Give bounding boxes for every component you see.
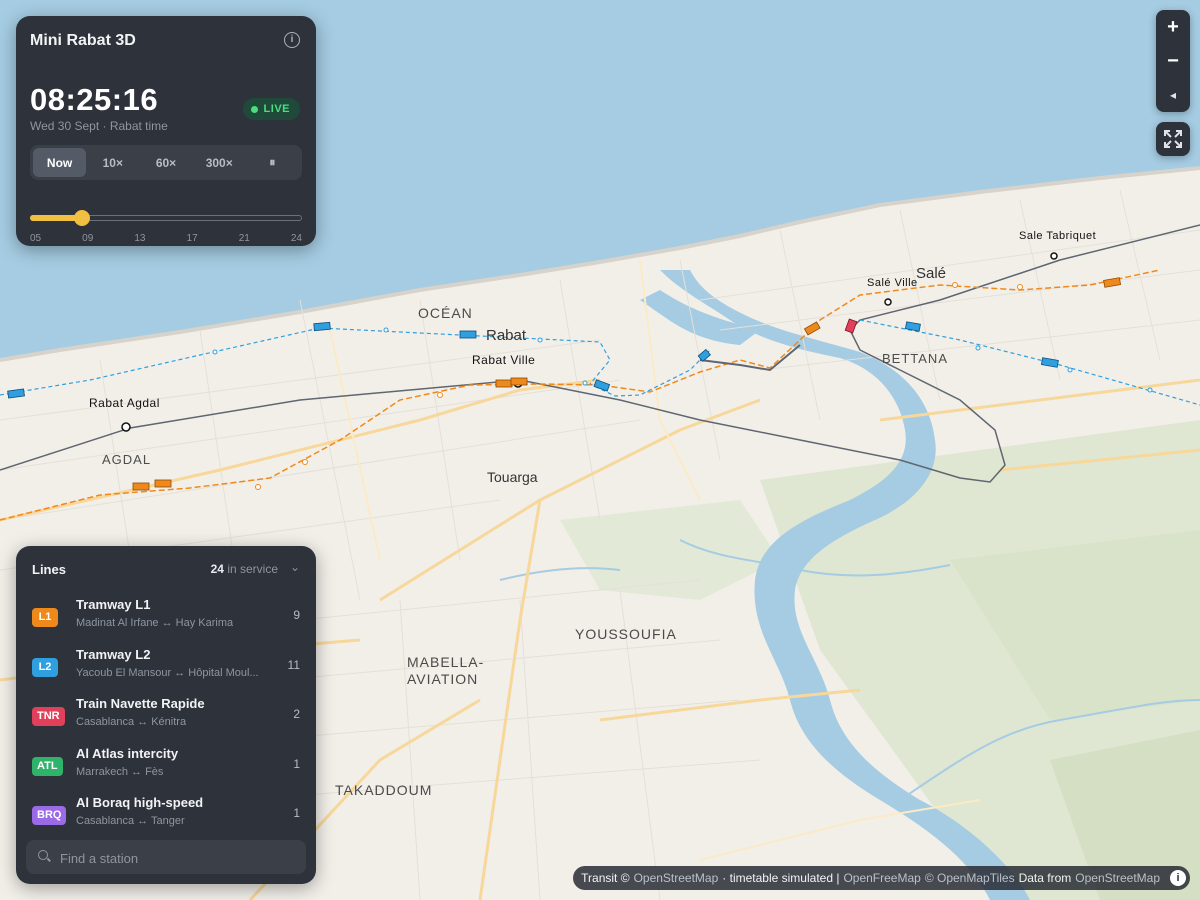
fullscreen-button[interactable] <box>1156 122 1190 156</box>
line-route: Marrakech ↔ Fès <box>76 766 164 778</box>
attribution-omt-link[interactable]: © OpenMapTiles <box>925 871 1015 885</box>
clock-date: Wed 30 Sept · Rabat time <box>30 119 168 133</box>
line-name: Al Boraq high-speed <box>76 795 204 810</box>
time-slider[interactable] <box>30 210 302 226</box>
line-count: 2 <box>293 707 300 721</box>
live-badge[interactable]: LIVE <box>242 98 300 120</box>
pause-button[interactable]: ⏸ <box>246 148 299 177</box>
line-count: 1 <box>293 806 300 820</box>
line-name: Al Atlas intercity <box>76 746 179 761</box>
time-slider-ticks: 05 09 13 17 21 24 <box>30 233 302 244</box>
tick-label: 17 <box>186 233 198 244</box>
speed-60x-button[interactable]: 60× <box>139 148 192 177</box>
map-label-rabat-ville[interactable]: Rabat Ville <box>472 353 535 367</box>
attribution-transit: Transit © <box>581 871 630 885</box>
tick-label: 21 <box>238 233 250 244</box>
line-route: Yacoub El Mansour ↔ Hôpital Moul... <box>76 667 259 679</box>
map-label-youssoufia: YOUSSOUFIA <box>575 626 677 642</box>
map-label-sale-ville[interactable]: Salé Ville <box>867 277 918 289</box>
line-count: 9 <box>293 608 300 622</box>
clock-time: 08:25:16 <box>30 82 159 117</box>
tick-label: 05 <box>30 233 42 244</box>
line-count: 1 <box>293 757 300 771</box>
tick-label: 13 <box>134 233 146 244</box>
line-name: Tramway L1 <box>76 597 151 612</box>
live-label: LIVE <box>263 103 290 115</box>
line-route: Casablanca ↔ Kénitra <box>76 716 187 728</box>
map-label-takaddoum: TAKADDOUM <box>335 782 433 798</box>
clock-panel: Mini Rabat 3D i 08:25:16 Wed 30 Sept · R… <box>16 16 316 246</box>
zoom-controls: + − ◂ <box>1156 10 1190 112</box>
map-label-sale-tabriquet[interactable]: Sale Tabriquet <box>1019 230 1096 242</box>
attribution-bar: Transit © OpenStreetMap · timetable simu… <box>573 866 1190 890</box>
chevron-down-icon[interactable]: ⌄ <box>290 560 300 574</box>
map-label-bettana: BETTANA <box>882 351 948 366</box>
speed-now-button[interactable]: Now <box>33 148 87 177</box>
line-badge: TNR <box>32 707 65 726</box>
station-search-input[interactable] <box>58 840 302 876</box>
line-item-tnr[interactable]: TNR Train Navette Rapide Casablanca ↔ Ké… <box>32 696 300 736</box>
line-count: 11 <box>287 658 300 672</box>
line-name: Train Navette Rapide <box>76 696 205 711</box>
line-item-l1[interactable]: L1 Tramway L1 Madinat Al Irfane ↔ Hay Ka… <box>32 597 300 637</box>
service-count-value: 24 <box>210 562 224 576</box>
line-route: Madinat Al Irfane ↔ Hay Karima <box>76 617 234 629</box>
lines-panel: Lines 24 in service ⌄ L1 Tramway L1 Madi… <box>16 546 316 884</box>
info-icon[interactable]: i <box>284 32 300 48</box>
line-item-atl[interactable]: ATL Al Atlas intercity Marrakech ↔ Fès 1 <box>32 746 300 786</box>
info-icon[interactable]: i <box>1170 870 1186 886</box>
line-badge: L2 <box>32 658 58 677</box>
speed-selector: Now 10× 60× 300× ⏸ <box>30 145 302 180</box>
zoom-out-button[interactable]: − <box>1156 44 1190 78</box>
live-dot-icon <box>250 105 258 113</box>
map-label-rabat: Rabat <box>486 327 527 344</box>
tick-label: 24 <box>290 233 302 244</box>
attribution-osm-link[interactable]: OpenStreetMap <box>634 871 719 885</box>
attribution-osm2-link[interactable]: OpenStreetMap <box>1075 871 1160 885</box>
fullscreen-icon <box>1164 130 1182 148</box>
map-label-sale: Salé <box>916 265 947 282</box>
map-label-touarga: Touarga <box>487 469 538 485</box>
attribution-data-from: Data from <box>1018 871 1072 885</box>
map-label-agdal: AGDAL <box>102 452 152 467</box>
line-badge: BRQ <box>32 806 67 825</box>
station-search <box>26 840 306 876</box>
search-icon <box>38 850 48 860</box>
lines-title: Lines <box>32 562 66 577</box>
map-label-rabat-agdal[interactable]: Rabat Agdal <box>89 396 160 410</box>
attribution-ofm-link[interactable]: OpenFreeMap <box>843 871 920 885</box>
line-badge: ATL <box>32 757 63 776</box>
line-item-l2[interactable]: L2 Tramway L2 Yacoub El Mansour ↔ Hôpita… <box>32 647 300 687</box>
app-title: Mini Rabat 3D <box>30 32 136 49</box>
attribution-sim: · timetable simulated | <box>722 871 840 885</box>
speed-10x-button[interactable]: 10× <box>86 148 139 177</box>
line-name: Tramway L2 <box>76 647 151 662</box>
line-badge: L1 <box>32 608 58 627</box>
zoom-in-button[interactable]: + <box>1156 10 1190 44</box>
line-item-brq[interactable]: BRQ Al Boraq high-speed Casablanca ↔ Tan… <box>32 795 300 835</box>
compass-button[interactable]: ◂ <box>1156 78 1190 112</box>
speed-300x-button[interactable]: 300× <box>193 148 246 177</box>
line-route: Casablanca ↔ Tanger <box>76 815 185 827</box>
service-count: 24 in service <box>211 562 278 576</box>
map-label-ocean: OCÉAN <box>418 305 473 321</box>
map-label-mabella-2: AVIATION <box>407 671 479 687</box>
service-count-label: in service <box>227 562 278 576</box>
tick-label: 09 <box>82 233 94 244</box>
map-label-mabella-1: MABELLA- <box>407 654 485 670</box>
time-slider-thumb[interactable] <box>73 210 90 226</box>
